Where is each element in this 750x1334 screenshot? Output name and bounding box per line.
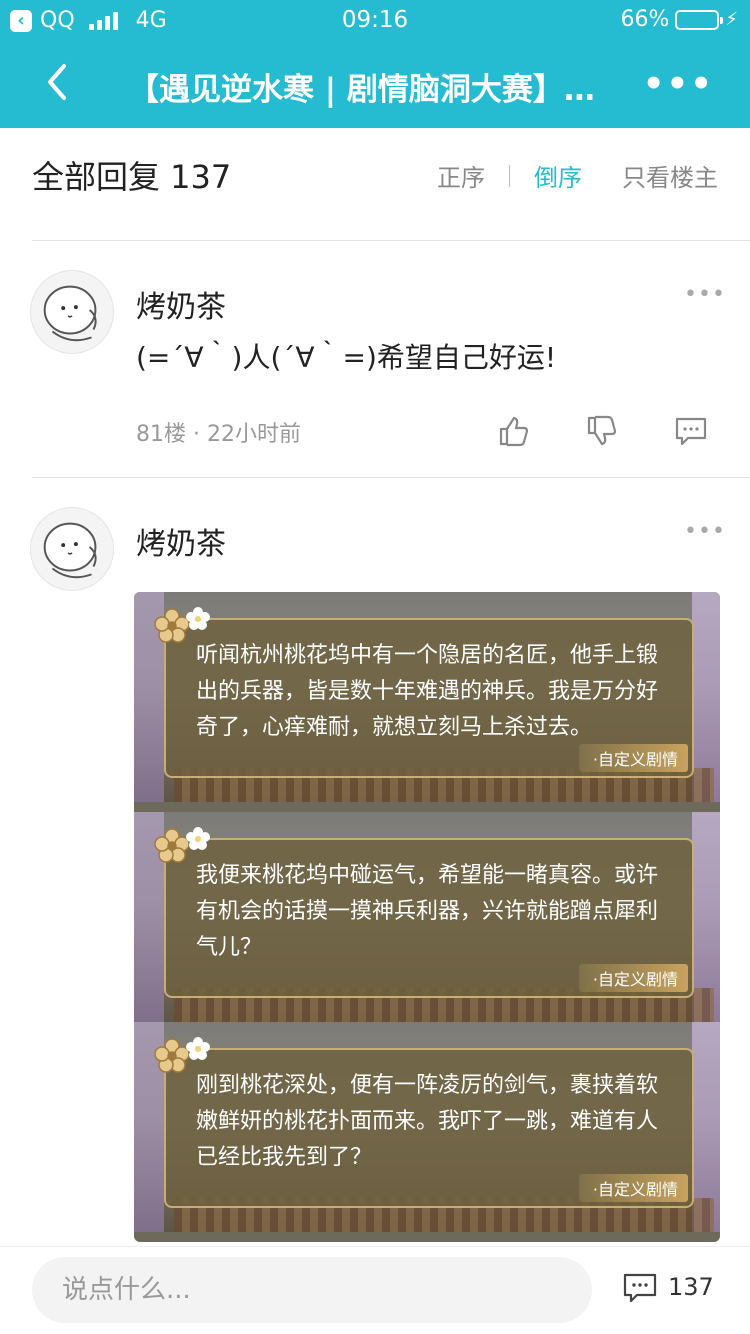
comment-icon[interactable] [622, 1271, 658, 1305]
more-icon[interactable]: ••• [643, 64, 714, 104]
sort-desc-button[interactable]: 倒序 [534, 158, 582, 193]
like-icon[interactable] [497, 414, 531, 448]
dialog-box: 刚到桃花深处，便有一阵凌厉的剑气，裹挟着软嫩鲜妍的桃花扑面而来。我吓了一跳，难道… [164, 1048, 694, 1208]
post-more-icon[interactable]: ••• [684, 282, 726, 307]
post-image-gallery[interactable]: 听闻杭州桃花坞中有一个隐居的名匠，他手上锻出的兵器，皆是数十年难遇的神兵。我是万… [134, 592, 720, 1242]
post-more-icon[interactable]: ••• [684, 519, 726, 544]
battery-percent: 66% [620, 7, 670, 32]
top-bar: ‹ QQ 4G 09:16 66% ⚡ 【遇见逆水寒 | 剧情脑洞大赛】… ••… [0, 0, 750, 128]
owner-only-button[interactable]: 只看楼主 [622, 158, 718, 193]
dislike-icon[interactable] [585, 414, 619, 448]
bottom-bar: 说点什么... 137 [0, 1246, 750, 1334]
charging-icon: ⚡ [725, 9, 738, 30]
story-panel[interactable]: 听闻杭州桃花坞中有一个隐居的名匠，他手上锻出的兵器，皆是数十年难遇的神兵。我是万… [134, 592, 720, 802]
battery-icon [675, 9, 724, 30]
sort-asc-button[interactable]: 正序 [437, 158, 485, 193]
reply-count: 全部回复 137 [32, 158, 232, 196]
story-panel[interactable]: 我便来桃花坞中碰运气，希望能一睹真容。或许有机会的话摸一摸神兵利器，兴许就能蹭点… [134, 812, 720, 1022]
sort-divider [509, 164, 510, 187]
nav-bar: 【遇见逆水寒 | 剧情脑洞大赛】… ••• [0, 40, 750, 128]
flower-icon [154, 607, 210, 643]
dialog-box: 听闻杭州桃花坞中有一个隐居的名匠，他手上锻出的兵器，皆是数十年难遇的神兵。我是万… [164, 618, 694, 778]
custom-story-tag: ·自定义剧情 [578, 964, 688, 992]
divider [32, 240, 750, 241]
custom-story-tag: ·自定义剧情 [578, 744, 688, 772]
page-title: 【遇见逆水寒 | 剧情脑洞大赛】… [128, 72, 595, 108]
avatar[interactable] [30, 270, 114, 354]
panel-text: 我便来桃花坞中碰运气，希望能一睹真容。或许有机会的话摸一摸神兵利器，兴许就能蹭点… [196, 863, 659, 960]
flower-icon [154, 1037, 210, 1073]
panel-text: 听闻杭州桃花坞中有一个隐居的名匠，他手上锻出的兵器，皆是数十年难遇的神兵。我是万… [196, 643, 659, 740]
status-bar: ‹ QQ 4G 09:16 66% ⚡ [0, 0, 750, 40]
panel-text: 刚到桃花深处，便有一阵凌厉的剑气，裹挟着软嫩鲜妍的桃花扑面而来。我吓了一跳，难道… [196, 1073, 659, 1170]
back-icon[interactable] [40, 60, 80, 104]
custom-story-tag: ·自定义剧情 [578, 1174, 688, 1202]
post-content: (=´∀｀)人(´∀｀=)希望自己好运! [136, 341, 557, 374]
comment-count: 137 [668, 1273, 714, 1301]
reply-input[interactable]: 说点什么... [32, 1257, 592, 1323]
divider [32, 477, 750, 478]
avatar[interactable] [30, 507, 114, 591]
dialog-box: 我便来桃花坞中碰运气，希望能一睹真容。或许有机会的话摸一摸神兵利器，兴许就能蹭点… [164, 838, 694, 998]
comment-icon[interactable] [674, 414, 708, 448]
flower-icon [154, 827, 210, 863]
username[interactable]: 烤奶茶 [136, 282, 226, 326]
post-meta: 81楼 · 22小时前 [136, 422, 301, 447]
story-panel[interactable]: 刚到桃花深处，便有一阵凌厉的剑气，裹挟着软嫩鲜妍的桃花扑面而来。我吓了一跳，难道… [134, 1022, 720, 1232]
username[interactable]: 烤奶茶 [136, 519, 226, 563]
reply-sort-bar: 全部回复 137 正序 倒序 只看楼主 [0, 128, 750, 240]
